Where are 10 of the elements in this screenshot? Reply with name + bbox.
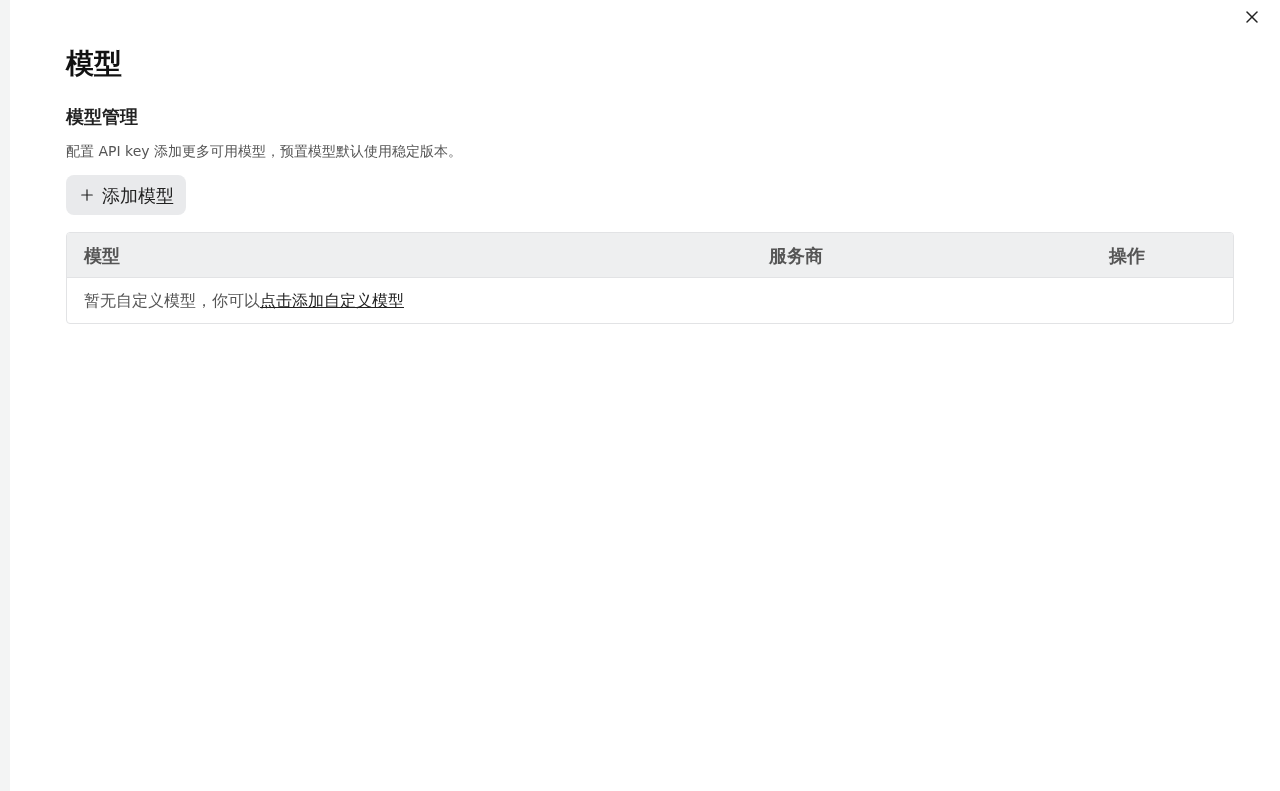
add-model-button[interactable]: 添加模型 xyxy=(66,175,186,215)
column-header: 操作 xyxy=(1108,243,1146,268)
plus-icon xyxy=(78,186,96,204)
empty-message: 暂无自定义模型，你可以点击添加自定义模型 xyxy=(84,289,404,312)
column-header: 服务商 xyxy=(768,243,824,268)
add-custom-model-link[interactable]: 点击添加自定义模型 xyxy=(260,290,404,310)
section-description: 配置 API key 添加更多可用模型，预置模型默认使用稳定版本。 xyxy=(66,142,463,161)
section-heading: 模型管理 xyxy=(66,105,139,129)
page-title: 模型 xyxy=(66,46,123,82)
column-header: 模型 xyxy=(82,243,121,268)
